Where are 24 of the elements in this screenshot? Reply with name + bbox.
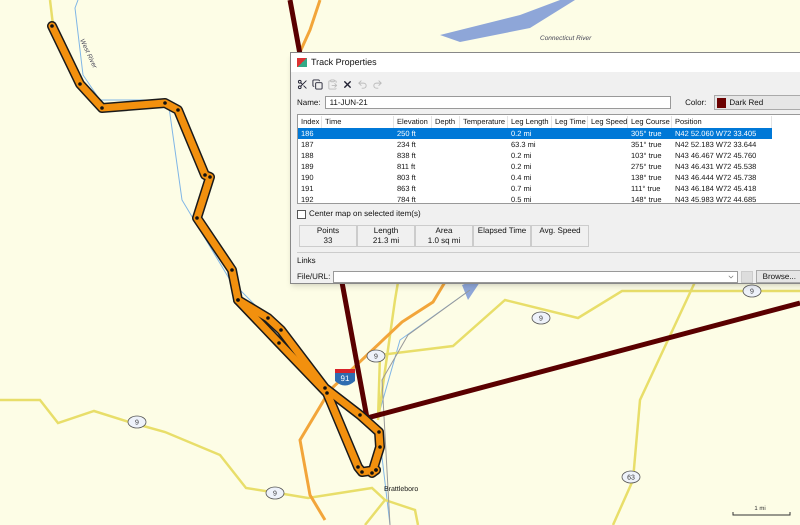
checkbox[interactable] [297,210,306,218]
scale-bar [732,512,790,516]
browse-button[interactable]: Browse... [756,270,800,283]
window-title: Track Properties [311,56,377,69]
url-label: File/URL: [297,270,330,282]
close-icon[interactable] [342,79,353,90]
stats-value: 1.0 sq mi [428,236,460,245]
name-field[interactable]: 11-JUN-21 [324,96,672,110]
copy-icon[interactable] [312,79,323,90]
group-label: Links [297,255,317,267]
stats-label: Avg. Speed [539,226,581,236]
stats-label: Length [374,226,398,236]
stats-label: Elapsed Time [478,226,526,236]
color-dropdown[interactable]: Dark Red [714,95,800,110]
color-label: Color: [685,96,706,109]
name-label: Name: [297,96,321,109]
stats-label: Area [436,226,452,236]
stats-label: Points [316,226,340,236]
url-dropdown[interactable] [333,270,738,282]
checkbox-label: Center map on selected item(s) [309,208,421,220]
stats-value: 21.3 mi [372,236,400,245]
app-icon [297,58,307,68]
stats-value: 33 [324,236,332,245]
scissors-icon[interactable] [297,79,308,90]
